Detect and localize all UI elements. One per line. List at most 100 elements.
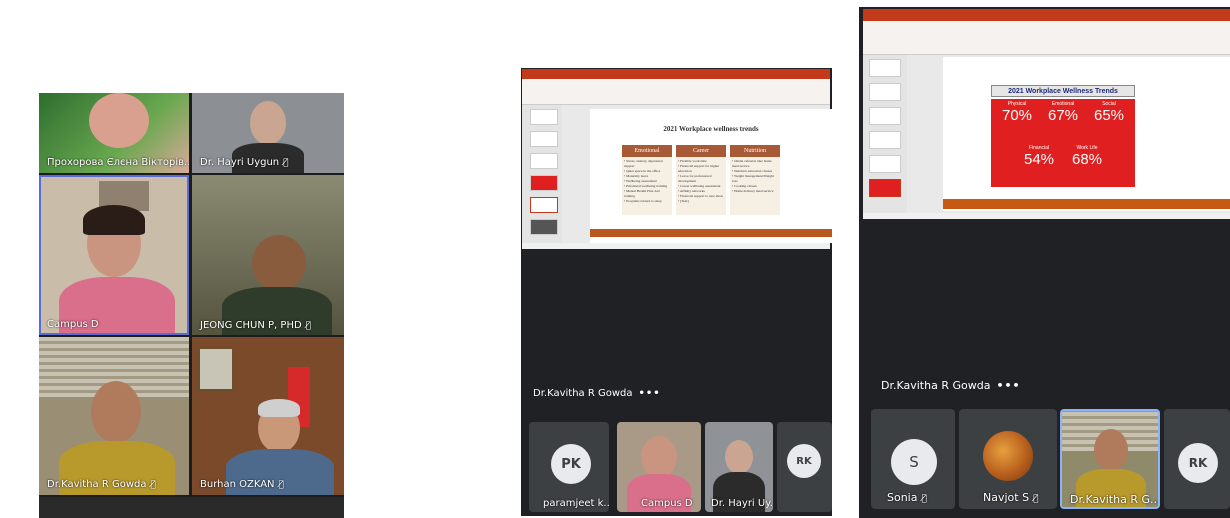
mic-muted-icon: 🎙̸ — [921, 494, 927, 504]
participant-name: Burhan OZKAN 🎙̸ — [200, 479, 284, 490]
stat-value: 65% — [1093, 107, 1125, 124]
column-body: • Onsite cafeteria take home meal servic… — [730, 157, 780, 215]
mic-muted-icon: 🎙̸ — [305, 321, 312, 331]
powerpoint-ribbon — [863, 21, 1230, 55]
column-bullet: • Stress, anxiety, depression support — [624, 159, 664, 168]
video-grid-screenshot-1: Прохорова Єлєна Вікторів...🎙̸ Dr. Hayri … — [39, 93, 344, 518]
participant-name: JEONG CHUN P, PHD 🎙̸ — [200, 320, 312, 331]
slide-thumbnail[interactable] — [530, 153, 558, 169]
current-slide: 2021 Workplace Wellness Trends Physical … — [943, 57, 1230, 211]
stat-value: 67% — [1047, 107, 1079, 124]
slide-thumbnail[interactable] — [530, 219, 558, 235]
current-slide: 2021 Workplace wellness trends Emotional… — [590, 109, 832, 243]
participant-tile[interactable]: Navjot S 🎙̸ — [959, 409, 1057, 509]
slide-title: 2021 Workplace wellness trends — [663, 125, 759, 133]
powerpoint-window: 2021 Workplace Wellness Trends Physical … — [863, 9, 1230, 219]
participant-tile[interactable]: Dr.Kavitha R Gowda 🎙̸ — [39, 337, 189, 495]
column-bullet: • Onsite cafeteria take home meal servic… — [732, 159, 772, 168]
more-options-icon[interactable]: ••• — [996, 379, 1020, 392]
stat-value: 54% — [1023, 151, 1055, 168]
participant-name: Dr.Kavitha R Gowda 🎙̸ — [47, 479, 156, 490]
participant-face — [89, 93, 149, 148]
mic-muted-icon: 🎙̸ — [1033, 494, 1039, 504]
meet-screenshot-3: 2021 Workplace Wellness Trends Physical … — [859, 7, 1230, 518]
slide-thumbnail[interactable] — [530, 109, 558, 125]
stats-panel: Physical 70% Emotional 67% Social 65% Fi… — [991, 99, 1135, 187]
slide-thumbnail[interactable] — [530, 131, 558, 147]
slide-thumbnail[interactable] — [530, 175, 558, 191]
participant-name: Navjot S 🎙̸ — [983, 491, 1039, 504]
status-bar — [863, 213, 1230, 219]
more-options-icon[interactable]: ••• — [639, 388, 661, 399]
column-bullet: • Weight management/Weight loss — [732, 174, 774, 183]
participant-tile[interactable]: Dr.Kavitha R G... — [1060, 409, 1160, 509]
participant-tile[interactable]: Dr. Hayri Uygun 🎙̸ — [192, 93, 344, 173]
column-body: • Stress, anxiety, depression support • Q… — [622, 157, 672, 215]
participant-tile[interactable]: Прохорова Єлєна Вікторів...🎙̸ — [39, 93, 189, 173]
powerpoint-title-bar — [522, 69, 830, 79]
stat-work-life: Work Life 68% — [1065, 145, 1109, 168]
bottom-bar — [39, 497, 344, 518]
participant-face — [1094, 429, 1128, 471]
participant-tile[interactable]: Campus D — [39, 175, 189, 335]
slide-title: 2021 Workplace Wellness Trends — [991, 85, 1135, 97]
column-heading: Nutrition — [730, 145, 780, 157]
participant-tile[interactable]: S Sonia 🎙̸ — [871, 409, 955, 509]
participant-tile[interactable]: Dr. Hayri Uy... — [705, 422, 773, 512]
column-bullet: • Home delivery meal service — [732, 189, 774, 193]
powerpoint-ribbon — [522, 79, 830, 105]
slide-thumbnail[interactable] — [869, 131, 901, 149]
participant-tile[interactable]: Campus D — [617, 422, 701, 512]
participant-hair — [258, 399, 300, 417]
avatar: RK — [787, 444, 821, 478]
slide-footer-bar — [943, 199, 1230, 209]
participant-name: Dr.Kavitha R G... — [1070, 493, 1160, 506]
participant-name: Campus D — [641, 498, 693, 509]
participant-tile[interactable]: RK — [1164, 409, 1230, 509]
slide-footer-bar — [590, 229, 832, 237]
avatar: RK — [1178, 443, 1218, 483]
participant-face — [641, 436, 677, 478]
stat-value: 68% — [1071, 151, 1103, 168]
participant-face — [91, 381, 141, 443]
slide-thumbnails-pane — [522, 105, 562, 243]
mic-muted-icon: 🎙̸ — [150, 480, 156, 490]
slide-thumbnail[interactable] — [869, 83, 901, 101]
column-body: • Flexible work time • Financial support … — [676, 157, 726, 215]
stat-value: 70% — [1001, 107, 1033, 124]
avatar: PK — [551, 444, 591, 484]
participant-name: Dr. Hayri Uygun 🎙̸ — [200, 157, 289, 168]
participant-name: paramjeet k...🎙̸ — [543, 498, 609, 509]
participant-tile[interactable]: JEONG CHUN P, PHD 🎙̸ — [192, 175, 344, 335]
participant-tile[interactable]: Burhan OZKAN 🎙̸ — [192, 337, 344, 495]
slide-thumbnails-pane — [863, 55, 907, 213]
powerpoint-window: 2021 Workplace wellness trends Emotional… — [522, 69, 832, 249]
column-bullet: • [Text] — [678, 199, 689, 203]
status-bar — [522, 243, 830, 249]
presenter-label: Dr.Kavitha R Gowda ••• — [533, 388, 661, 399]
participant-tile[interactable]: PK paramjeet k...🎙̸ — [529, 422, 609, 512]
column-bullet: • Programs related to sleep — [624, 199, 662, 203]
column-bullet: • Leave for professional development — [678, 174, 712, 183]
participant-name: Прохорова Єлєна Вікторів...🎙̸ — [47, 157, 189, 168]
slide-thumbnail[interactable] — [869, 59, 901, 77]
column-heading: Career — [676, 145, 726, 157]
powerpoint-title-bar — [863, 9, 1230, 21]
slide-thumbnail-selected[interactable] — [869, 179, 901, 197]
column-bullet: • Financial support for higher education — [678, 164, 720, 173]
participant-face — [250, 101, 286, 145]
participant-name: Sonia 🎙̸ — [887, 491, 927, 504]
wall-portrait — [198, 347, 234, 391]
participant-tile[interactable]: RK — [777, 422, 832, 512]
participant-face — [252, 235, 306, 291]
participant-hair — [83, 205, 145, 235]
stat-physical: Physical 70% — [995, 101, 1039, 124]
slide-thumbnail[interactable] — [869, 107, 901, 125]
column-bullet: • Mental Health First Aid training — [624, 189, 660, 198]
stat-financial: Financial 54% — [1017, 145, 1061, 168]
slide-thumbnail[interactable] — [869, 155, 901, 173]
avatar-photo — [983, 431, 1033, 481]
slide-thumbnail-selected[interactable] — [530, 197, 558, 213]
participant-face — [725, 440, 753, 474]
participant-name: Campus D — [47, 319, 99, 330]
